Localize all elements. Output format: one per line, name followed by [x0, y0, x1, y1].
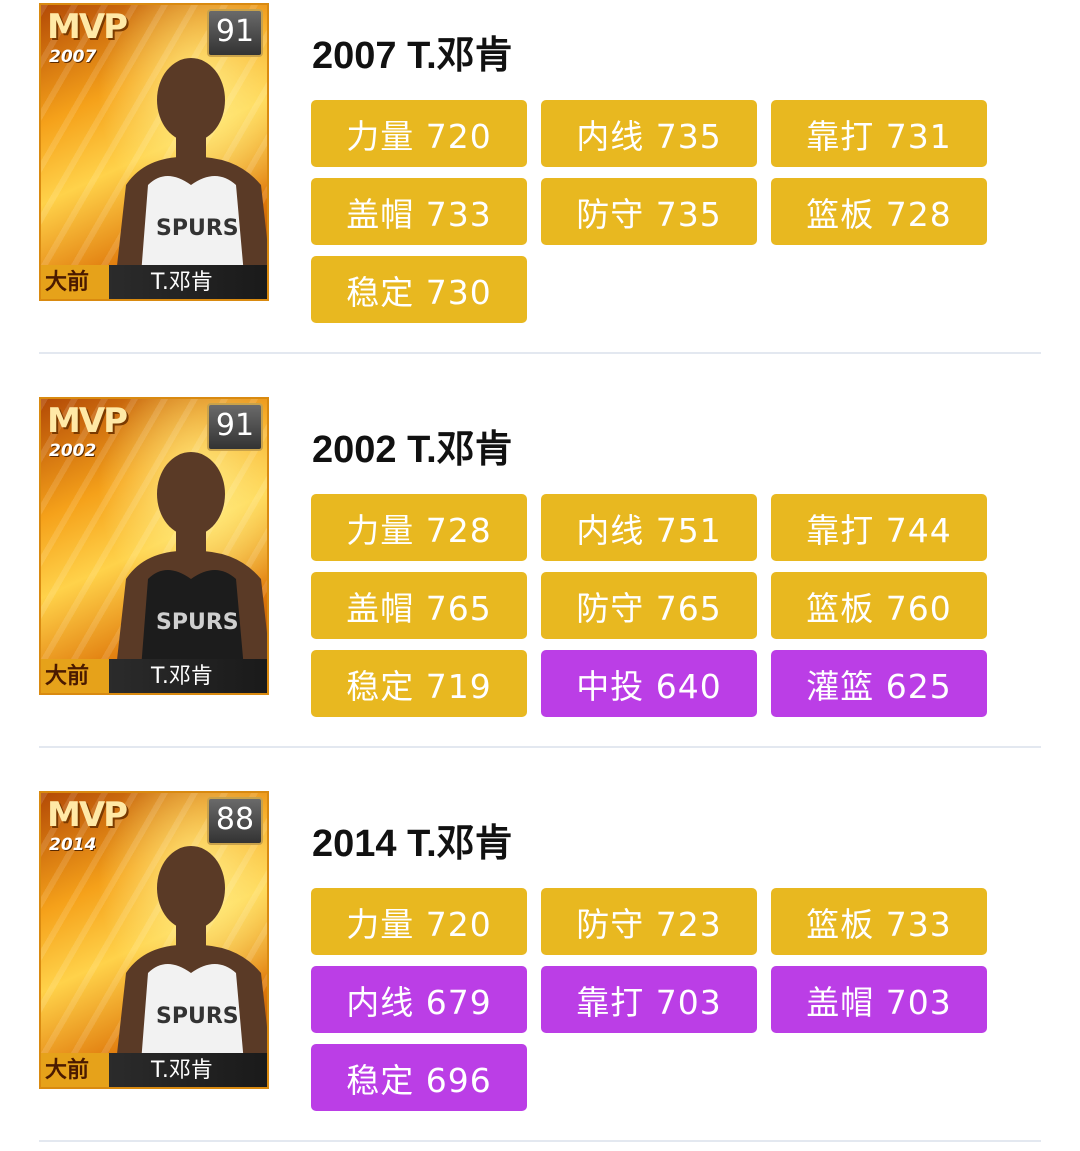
- attribute-tag: 盖帽 765: [311, 572, 527, 639]
- attribute-tag: 篮板 733: [771, 888, 987, 955]
- section-divider: [39, 1140, 1041, 1142]
- card-year: 2014: [49, 835, 97, 855]
- player-card[interactable]: SPURS MVP 2002 91 大前 T.邓肯: [39, 397, 269, 695]
- attribute-tag: 盖帽 733: [311, 178, 527, 245]
- mvp-label: MVP: [47, 401, 128, 441]
- attribute-tag: 力量 728: [311, 494, 527, 561]
- attribute-tag: 力量 720: [311, 888, 527, 955]
- player-title: 2014 T.邓肯: [312, 823, 513, 865]
- card-player-name: T.邓肯: [151, 664, 213, 689]
- attribute-tag: 中投 640: [541, 650, 757, 717]
- attribute-tag: 防守 765: [541, 572, 757, 639]
- player-photo: SPURS: [116, 846, 267, 1063]
- svg-text:SPURS: SPURS: [156, 216, 239, 241]
- svg-text:SPURS: SPURS: [156, 1004, 239, 1029]
- attribute-tag: 力量 720: [311, 100, 527, 167]
- player-card[interactable]: SPURS MVP 2007 91 大前 T.邓肯: [39, 3, 269, 301]
- attribute-tag: 防守 723: [541, 888, 757, 955]
- attribute-tag: 篮板 728: [771, 178, 987, 245]
- mvp-label: MVP: [47, 795, 128, 835]
- overall-rating: 91: [207, 9, 263, 57]
- player-title: 2002 T.邓肯: [312, 429, 513, 471]
- attribute-grid: 力量 720 防守 723 篮板 733 内线 679 靠打 703 盖帽 703 稳定 6…: [311, 888, 991, 1111]
- card-player-name: T.邓肯: [151, 1058, 213, 1083]
- position-label: 大前: [45, 270, 90, 295]
- attribute-tag: 靠打 744: [771, 494, 987, 561]
- attribute-tag: 盖帽 703: [771, 966, 987, 1033]
- position-label: 大前: [45, 1058, 90, 1083]
- mvp-label: MVP: [47, 7, 128, 47]
- overall-rating: 88: [207, 797, 263, 845]
- attribute-tag: 内线 679: [311, 966, 527, 1033]
- attribute-tag: 靠打 731: [771, 100, 987, 167]
- attribute-tag: 内线 735: [541, 100, 757, 167]
- attribute-grid: 力量 720 内线 735 靠打 731 盖帽 733 防守 735 篮板 728 稳定 7…: [311, 100, 991, 323]
- attribute-tag: 篮板 760: [771, 572, 987, 639]
- card-player-name: T.邓肯: [151, 270, 213, 295]
- position-label: 大前: [45, 664, 90, 689]
- attribute-tag: 防守 735: [541, 178, 757, 245]
- player-photo: SPURS: [116, 452, 267, 669]
- player-photo: SPURS: [116, 58, 267, 275]
- player-title: 2007 T.邓肯: [312, 35, 513, 77]
- attribute-tag: 稳定 730: [311, 256, 527, 323]
- attribute-tag: 靠打 703: [541, 966, 757, 1033]
- player-card[interactable]: SPURS MVP 2014 88 大前 T.邓肯: [39, 791, 269, 1089]
- card-year: 2002: [49, 441, 97, 461]
- overall-rating: 91: [207, 403, 263, 451]
- attribute-tag: 稳定 719: [311, 650, 527, 717]
- attribute-tag: 灌篮 625: [771, 650, 987, 717]
- attribute-grid: 力量 728 内线 751 靠打 744 盖帽 765 防守 765 篮板 760 稳定 7…: [311, 494, 991, 717]
- section-divider: [39, 746, 1041, 748]
- svg-text:SPURS: SPURS: [156, 610, 239, 635]
- card-year: 2007: [49, 47, 97, 67]
- attribute-tag: 稳定 696: [311, 1044, 527, 1111]
- attribute-tag: 内线 751: [541, 494, 757, 561]
- section-divider: [39, 352, 1041, 354]
